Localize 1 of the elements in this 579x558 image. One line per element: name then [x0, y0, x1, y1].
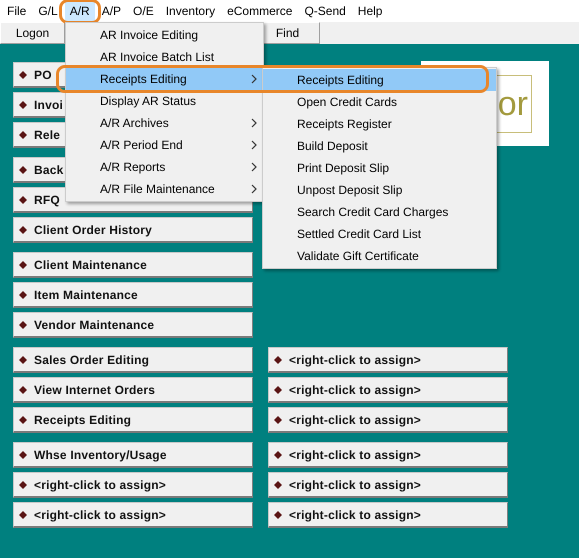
logo-text: or — [498, 86, 528, 120]
